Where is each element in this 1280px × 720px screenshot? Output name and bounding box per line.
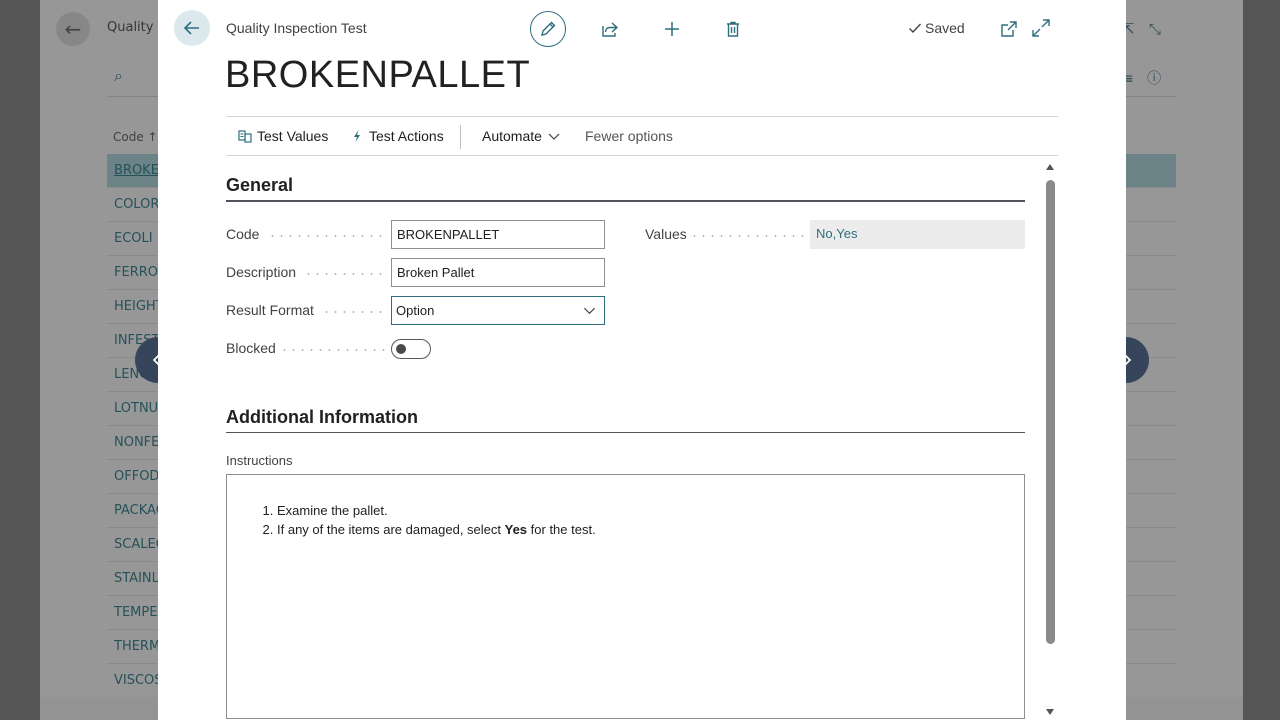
instructions-editor[interactable]: Examine the pallet. If any of the items … (226, 474, 1025, 719)
instruction-item: If any of the items are damaged, select … (277, 520, 1004, 539)
instruction-text: for the test. (527, 522, 596, 537)
blocked-label: Blocked (226, 340, 282, 356)
blocked-toggle[interactable] (391, 339, 431, 359)
instructions-list: Examine the pallet. If any of the items … (247, 501, 1004, 539)
plus-icon (665, 22, 679, 36)
values-field[interactable]: No,Yes (810, 220, 1025, 249)
instruction-bold-text: Yes (504, 522, 528, 537)
record-title: BROKENPALLET (225, 54, 531, 96)
values-label: Values (645, 226, 693, 242)
result-format-label-text: Result Format (226, 302, 320, 318)
result-format-select[interactable]: Option (391, 296, 605, 325)
values-dots (690, 235, 805, 237)
code-label: Code (226, 226, 266, 242)
section-additional-divider (226, 432, 1025, 433)
chevron-down-icon (583, 307, 596, 315)
instruction-text: If any of the items are damaged, select (277, 522, 505, 537)
back-button[interactable] (174, 10, 210, 46)
automate-action[interactable]: Automate (482, 128, 561, 144)
action-bar: Test Values Test Actions Automate Fewer … (226, 116, 1058, 156)
scrollbar-thumb[interactable] (1046, 180, 1055, 644)
trash-icon (727, 21, 739, 37)
description-label: Description (226, 264, 303, 280)
section-general-divider (226, 200, 1025, 202)
saved-status: Saved (908, 20, 965, 36)
instructions-label: Instructions (226, 453, 293, 468)
edit-button[interactable] (530, 11, 566, 47)
result-format-label: Result Format (226, 302, 320, 318)
scroll-up-arrow-icon[interactable] (1045, 162, 1055, 172)
result-format-value: Option (396, 303, 435, 318)
scroll-down-arrow-icon[interactable] (1045, 707, 1055, 717)
description-field[interactable]: Broken Pallet (391, 258, 605, 287)
test-values-label: Test Values (257, 128, 329, 144)
fewer-options-action[interactable]: Fewer options (585, 128, 673, 144)
arrow-left-icon (183, 21, 199, 35)
lightning-icon (354, 130, 360, 142)
code-label-text: Code (226, 226, 266, 242)
instruction-text: Examine the pallet. (277, 503, 388, 518)
share-icon (602, 22, 619, 37)
instruction-item: Examine the pallet. (277, 501, 1004, 520)
description-label-text: Description (226, 264, 303, 280)
page-caption: Quality Inspection Test (226, 20, 367, 36)
result-format-dots (322, 311, 386, 313)
delete-button[interactable] (715, 11, 751, 47)
blocked-dots (280, 349, 386, 351)
chevron-down-icon (548, 133, 560, 140)
share-button[interactable] (592, 11, 628, 47)
action-separator (460, 125, 461, 149)
checkmark-icon (909, 23, 922, 34)
values-label-text: Values (645, 226, 693, 242)
automate-label: Automate (482, 128, 542, 144)
test-actions-label: Test Actions (369, 128, 444, 144)
toggle-knob (396, 344, 406, 354)
test-values-icon (238, 130, 252, 143)
code-field[interactable]: BROKENPALLET (391, 220, 605, 249)
code-dots (268, 235, 386, 237)
test-values-action[interactable]: Test Values (238, 128, 328, 144)
open-new-window-icon[interactable] (999, 19, 1019, 39)
expand-icon[interactable] (1031, 18, 1051, 38)
section-additional-heading[interactable]: Additional Information (226, 407, 418, 428)
test-actions-action[interactable]: Test Actions (350, 128, 444, 144)
description-dots (304, 273, 386, 275)
pencil-icon (541, 21, 556, 36)
saved-label: Saved (925, 20, 965, 36)
new-button[interactable] (654, 11, 690, 47)
section-general-heading[interactable]: General (226, 175, 293, 196)
blocked-label-text: Blocked (226, 340, 282, 356)
